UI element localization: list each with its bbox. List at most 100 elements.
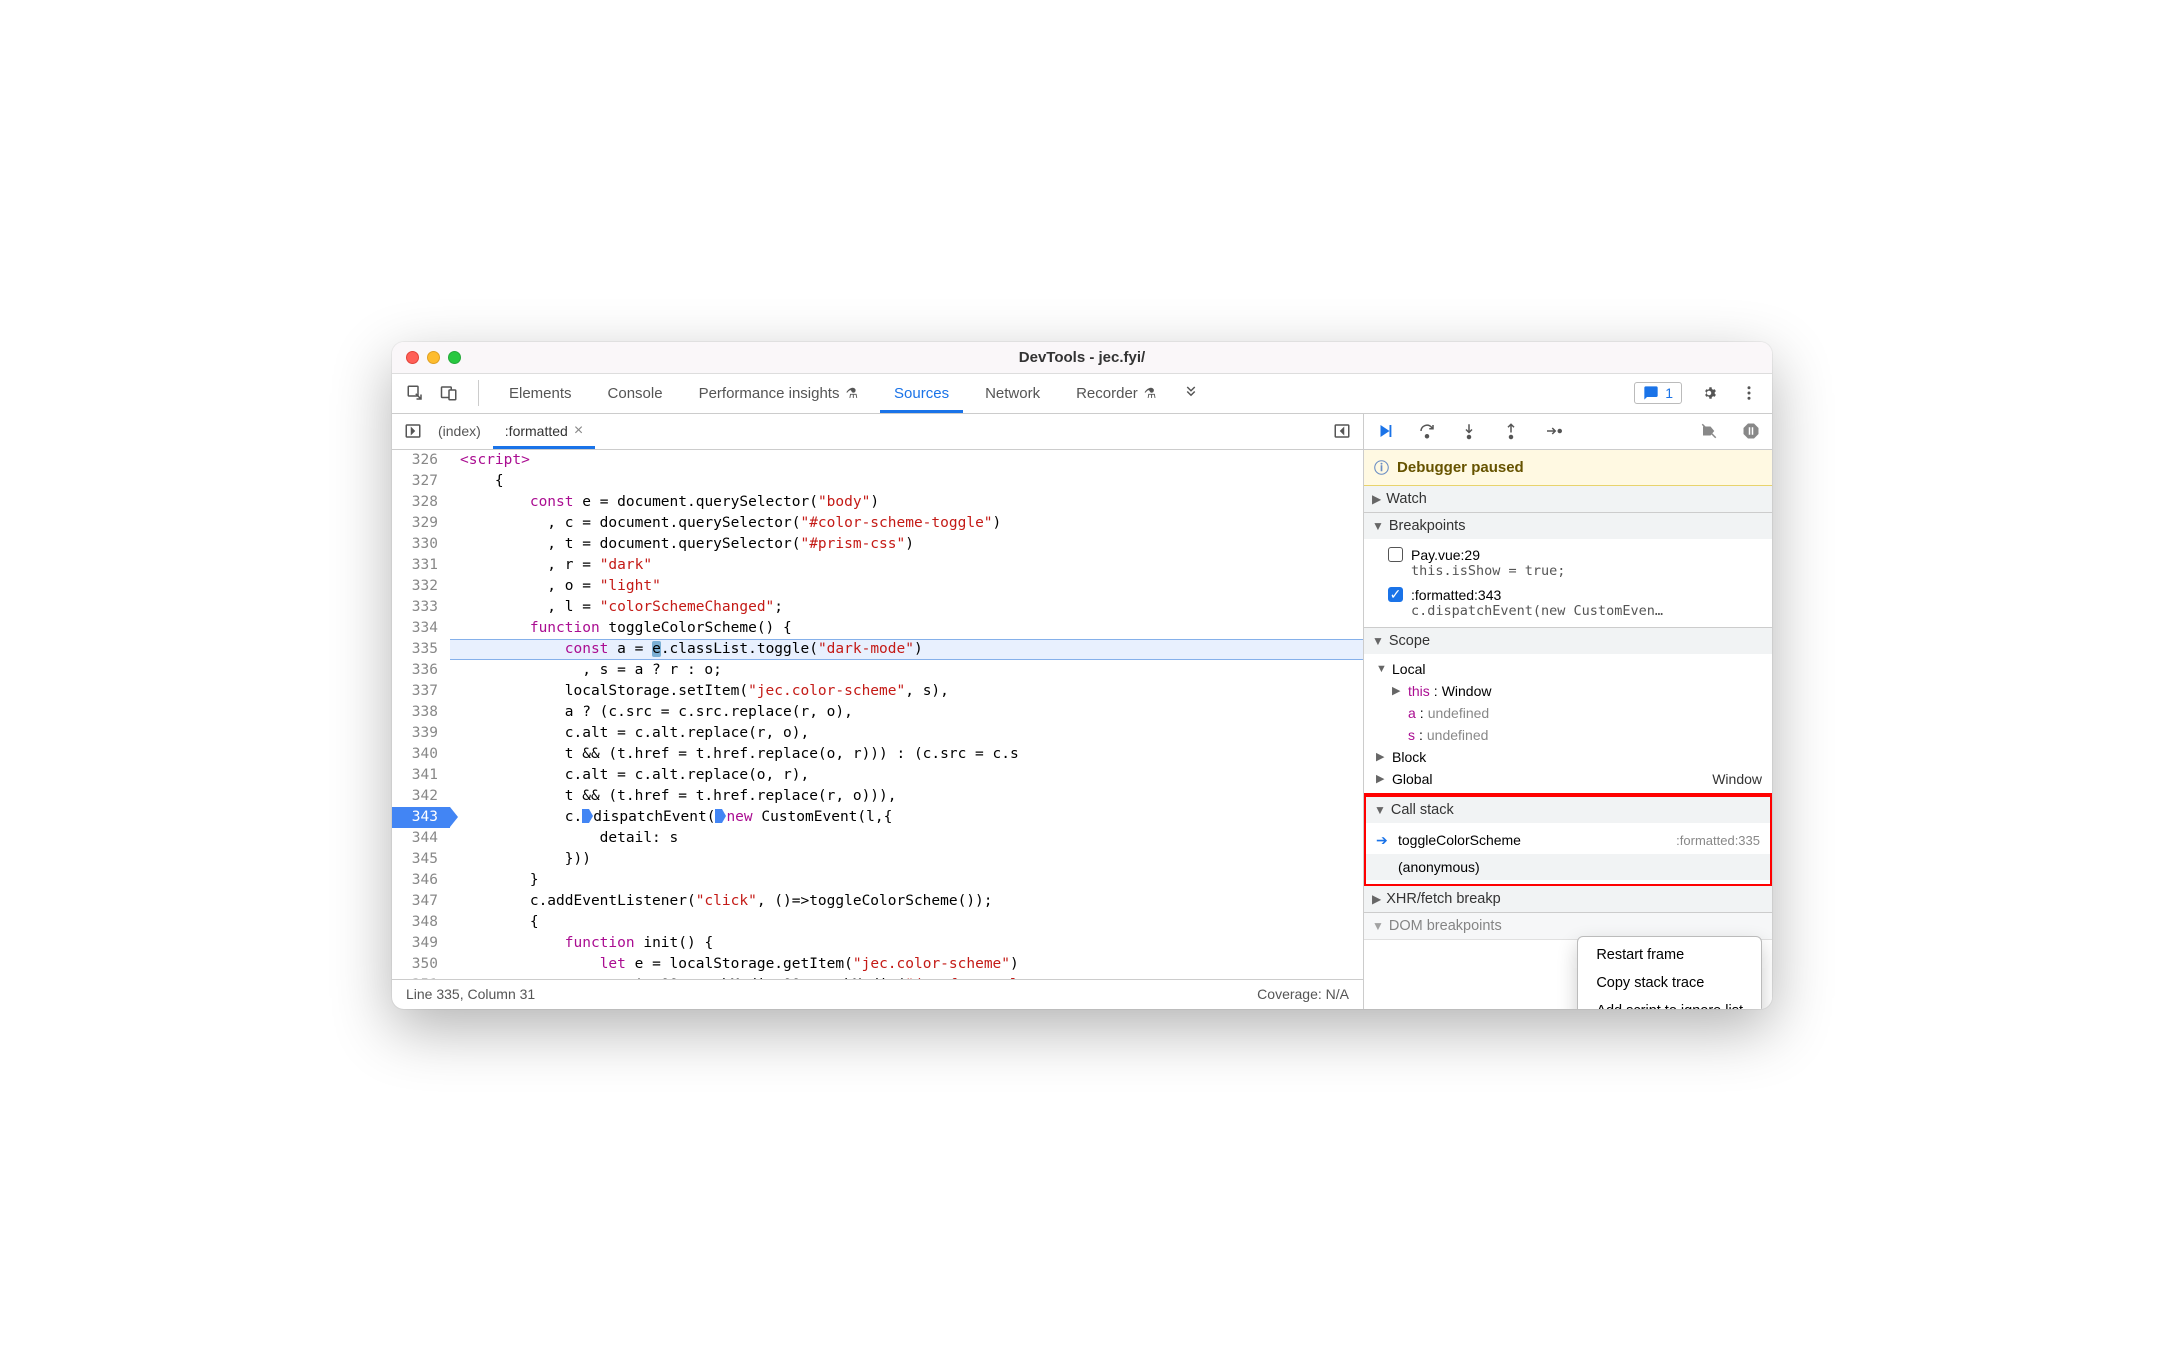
code-line[interactable]: 351 e = !e && matchMedia && matchMedia("… [392,975,1363,979]
line-number[interactable]: 330 [392,534,450,555]
code-line[interactable]: 350 let e = localStorage.getItem("jec.co… [392,954,1363,975]
code-line[interactable]: 335 const a = e.classList.toggle("dark-m… [392,639,1363,660]
scope-block[interactable]: ▶Block [1364,746,1772,768]
callstack-frame[interactable]: ➔toggleColorScheme:formatted:335 [1366,827,1770,854]
line-number[interactable]: 344 [392,828,450,849]
code-line[interactable]: 328 const e = document.querySelector("bo… [392,492,1363,513]
step-into-icon[interactable] [1456,418,1482,444]
code-line[interactable]: 338 a ? (c.src = c.src.replace(r, o), [392,702,1363,723]
navigator-toggle-icon[interactable] [400,418,426,444]
section-header-xhr[interactable]: ▶XHR/fetch breakp [1364,886,1772,912]
section-header-scope[interactable]: ▼Scope [1364,628,1772,654]
code-line[interactable]: 326<script> [392,450,1363,471]
line-number[interactable]: 327 [392,471,450,492]
code-line[interactable]: 349 function init() { [392,933,1363,954]
line-number[interactable]: 347 [392,891,450,912]
tab-elements[interactable]: Elements [495,373,586,413]
line-number[interactable]: 351 [392,975,450,979]
deactivate-breakpoints-icon[interactable] [1696,418,1722,444]
code-line[interactable]: 333 , l = "colorSchemeChanged"; [392,597,1363,618]
issues-badge[interactable]: 1 [1634,382,1682,404]
tab-recorder[interactable]: Recorder ⚗ [1062,373,1170,413]
maximize-window-button[interactable] [448,351,461,364]
scope-variable[interactable]: a: undefined [1364,702,1772,724]
file-tab-index[interactable]: (index) [426,413,493,449]
line-number[interactable]: 340 [392,744,450,765]
context-add-ignore-list[interactable]: Add script to ignore list [1578,997,1761,1009]
line-number[interactable]: 335 [392,639,450,660]
tab-performance-insights[interactable]: Performance insights ⚗ [685,373,872,413]
tab-network[interactable]: Network [971,373,1054,413]
section-header-dom[interactable]: ▼DOM breakpoints [1364,913,1772,939]
tab-console[interactable]: Console [594,373,677,413]
close-window-button[interactable] [406,351,419,364]
file-tab-formatted[interactable]: :formatted × [493,413,595,449]
code-line[interactable]: 344 detail: s [392,828,1363,849]
section-header-breakpoints[interactable]: ▼Breakpoints [1364,513,1772,539]
close-icon[interactable]: × [574,422,583,440]
line-number[interactable]: 337 [392,681,450,702]
line-number[interactable]: 345 [392,849,450,870]
code-line[interactable]: 332 , o = "light" [392,576,1363,597]
code-line[interactable]: 341 c.alt = c.alt.replace(o, r), [392,765,1363,786]
breakpoint-item[interactable]: ✓:formatted:343c.dispatchEvent(new Custo… [1364,583,1772,623]
tab-sources[interactable]: Sources [880,373,963,413]
scope-global[interactable]: ▶GlobalWindow [1364,768,1772,790]
line-number[interactable]: 338 [392,702,450,723]
callstack-frame[interactable]: (anonymous) [1366,854,1770,880]
breakpoint-item[interactable]: Pay.vue:29this.isShow = true; [1364,543,1772,583]
line-number[interactable]: 329 [392,513,450,534]
step-over-icon[interactable] [1414,418,1440,444]
line-number[interactable]: 336 [392,660,450,681]
line-number[interactable]: 342 [392,786,450,807]
code-line[interactable]: 348 { [392,912,1363,933]
code-editor[interactable]: 326<script>327 {328 const e = document.q… [392,450,1363,979]
code-line[interactable]: 345 })) [392,849,1363,870]
line-number[interactable]: 350 [392,954,450,975]
more-tabs-icon[interactable] [1178,380,1204,406]
section-header-callstack[interactable]: ▼Call stack [1366,797,1770,823]
scope-local[interactable]: ▼Local [1364,658,1772,680]
line-number[interactable]: 339 [392,723,450,744]
code-line[interactable]: 343 c.dispatchEvent(new CustomEvent(l,{ [392,807,1363,828]
resume-icon[interactable] [1372,418,1398,444]
scope-variable[interactable]: s: undefined [1364,724,1772,746]
code-line[interactable]: 340 t && (t.href = t.href.replace(o, r))… [392,744,1363,765]
context-copy-stack-trace[interactable]: Copy stack trace [1578,969,1761,997]
inspect-element-icon[interactable] [402,380,428,406]
minimize-window-button[interactable] [427,351,440,364]
scope-this[interactable]: ▶this: Window [1364,680,1772,702]
line-number[interactable]: 331 [392,555,450,576]
step-out-icon[interactable] [1498,418,1524,444]
line-number[interactable]: 326 [392,450,450,471]
line-number[interactable]: 343 [392,807,450,828]
code-line[interactable]: 334 function toggleColorScheme() { [392,618,1363,639]
code-line[interactable]: 336 , s = a ? r : o; [392,660,1363,681]
more-files-icon[interactable] [1329,418,1355,444]
code-line[interactable]: 331 , r = "dark" [392,555,1363,576]
context-restart-frame[interactable]: Restart frame [1578,941,1761,969]
device-toggle-icon[interactable] [436,380,462,406]
step-icon[interactable] [1540,418,1566,444]
line-number[interactable]: 328 [392,492,450,513]
section-header-watch[interactable]: ▶Watch [1364,486,1772,512]
code-line[interactable]: 330 , t = document.querySelector("#prism… [392,534,1363,555]
line-number[interactable]: 348 [392,912,450,933]
line-number[interactable]: 332 [392,576,450,597]
line-number[interactable]: 349 [392,933,450,954]
line-number[interactable]: 334 [392,618,450,639]
line-number[interactable]: 341 [392,765,450,786]
code-line[interactable]: 327 { [392,471,1363,492]
line-number[interactable]: 346 [392,870,450,891]
settings-icon[interactable] [1696,380,1722,406]
code-line[interactable]: 346 } [392,870,1363,891]
code-line[interactable]: 337 localStorage.setItem("jec.color-sche… [392,681,1363,702]
kebab-menu-icon[interactable] [1736,380,1762,406]
code-line[interactable]: 342 t && (t.href = t.href.replace(r, o))… [392,786,1363,807]
code-line[interactable]: 329 , c = document.querySelector("#color… [392,513,1363,534]
line-number[interactable]: 333 [392,597,450,618]
code-line[interactable]: 339 c.alt = c.alt.replace(r, o), [392,723,1363,744]
checkbox-icon[interactable]: ✓ [1388,587,1403,602]
checkbox-icon[interactable] [1388,547,1403,562]
pause-exceptions-icon[interactable] [1738,418,1764,444]
